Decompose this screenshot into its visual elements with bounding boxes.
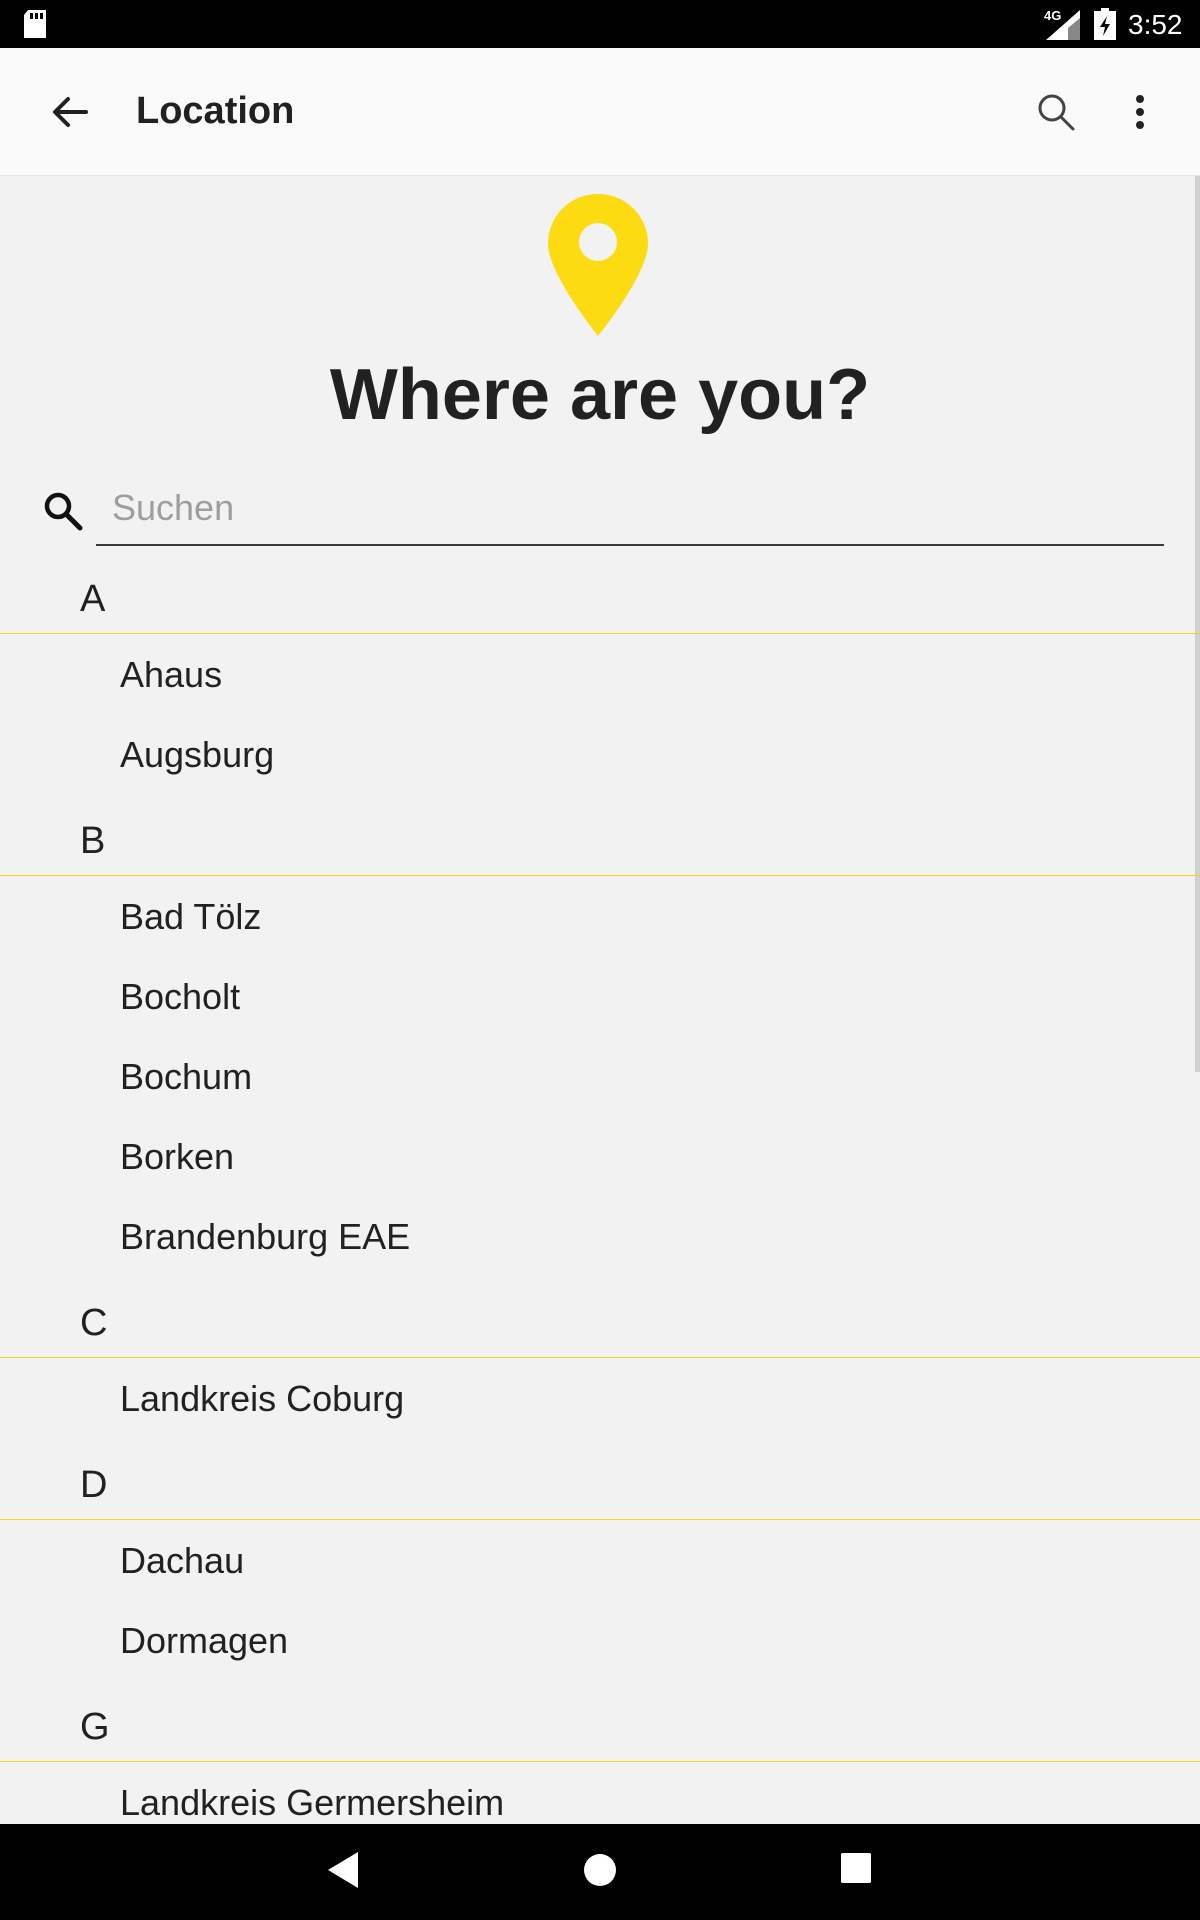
nav-recents-icon[interactable] — [840, 1852, 872, 1884]
location-label: Augsburg — [120, 734, 275, 775]
location-list: A Ahaus Augsburg B Bad Tölz Bocholt Bochum Bork… — [0, 552, 1200, 1824]
location-item[interactable]: Ahaus — [0, 634, 1200, 714]
section-header-d: D — [0, 1438, 1200, 1520]
headline: Where are you? — [329, 355, 871, 435]
location-label: Bad Tölz — [120, 896, 262, 937]
location-label: Dachau — [120, 1540, 245, 1581]
section-header-b: B — [0, 794, 1200, 876]
section-letter: G — [80, 1706, 110, 1748]
location-item[interactable]: Landkreis Germersheim — [0, 1762, 1200, 1824]
nav-home-icon[interactable] — [582, 1852, 618, 1888]
section-letter: D — [80, 1464, 108, 1506]
location-label: Borken — [120, 1136, 235, 1177]
pin-shape — [548, 194, 648, 336]
section-letter: B — [80, 820, 106, 862]
search-row — [0, 462, 1200, 552]
navigation-bar — [0, 1824, 1200, 1920]
magnifier-icon — [44, 492, 83, 531]
location-item[interactable]: Dachau — [0, 1520, 1200, 1600]
location-item[interactable]: Augsburg — [0, 714, 1200, 794]
location-item[interactable]: Bochum — [0, 1036, 1200, 1116]
location-label: Landkreis Coburg — [120, 1378, 405, 1419]
status-bar: 4G 3:52 — [0, 0, 1200, 48]
section-header-g: G — [0, 1680, 1200, 1762]
location-item[interactable]: Borken — [0, 1116, 1200, 1196]
location-label: Bocholt — [120, 976, 241, 1017]
app-bar: Location — [0, 48, 1200, 176]
location-item[interactable]: Brandenburg EAE — [0, 1196, 1200, 1276]
battery-charging-icon — [1094, 8, 1116, 40]
location-label: Dormagen — [120, 1620, 289, 1661]
arrow-back-icon[interactable] — [50, 92, 90, 132]
location-content[interactable]: Where are you? A Ahaus Augsburg B Bad Tölz Bo… — [0, 176, 1200, 1824]
signal-icon — [1046, 10, 1080, 40]
location-item[interactable]: Bad Tölz — [0, 876, 1200, 956]
location-label: Landkreis Germersheim — [120, 1782, 505, 1823]
section-letter: C — [80, 1302, 108, 1344]
location-label: Bochum — [120, 1056, 253, 1097]
location-label: Ahaus — [120, 654, 223, 695]
location-item[interactable]: Dormagen — [0, 1600, 1200, 1680]
location-item[interactable]: Landkreis Coburg — [0, 1358, 1200, 1438]
location-pin-icon — [548, 194, 648, 336]
nav-back-icon[interactable] — [326, 1850, 362, 1890]
location-item[interactable]: Bocholt — [0, 956, 1200, 1036]
section-header-a: A — [0, 552, 1200, 634]
location-label: Brandenburg EAE — [120, 1216, 411, 1257]
more-vert-icon[interactable] — [1120, 92, 1160, 132]
section-header-c: C — [0, 1276, 1200, 1358]
clock: 3:52 — [1128, 9, 1183, 40]
section-letter: A — [80, 578, 106, 620]
search-icon[interactable] — [1036, 92, 1076, 132]
search-input[interactable] — [96, 472, 1164, 546]
page-title: Location — [136, 90, 295, 132]
sd-card-icon — [24, 10, 46, 38]
